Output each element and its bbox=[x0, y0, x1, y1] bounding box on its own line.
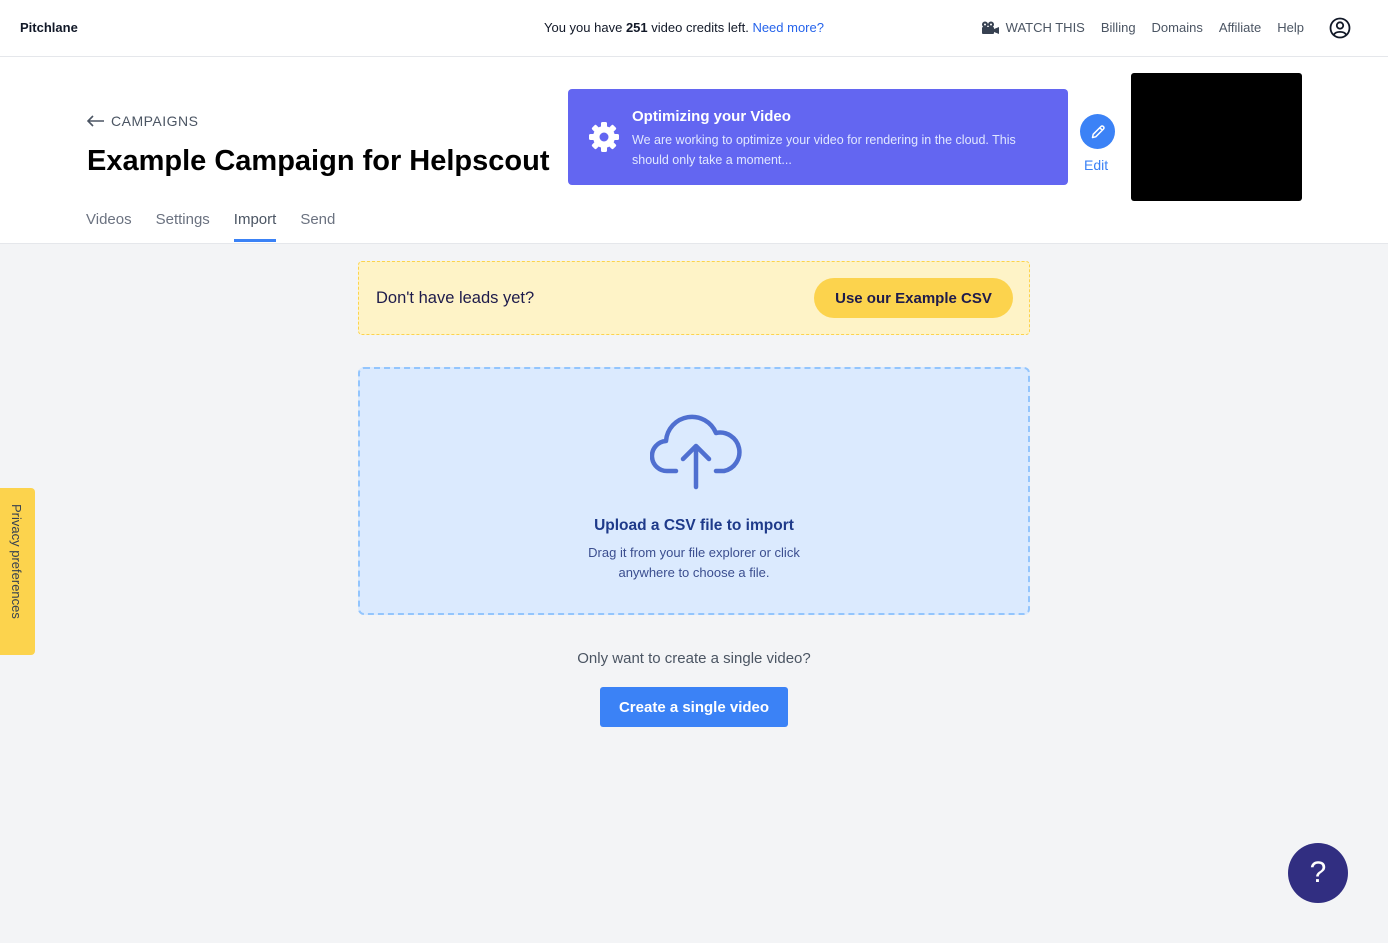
campaign-header: CAMPAIGNS Example Campaign for Helpscout… bbox=[0, 57, 1388, 244]
billing-link[interactable]: Billing bbox=[1101, 20, 1136, 35]
create-single-video-button[interactable]: Create a single video bbox=[600, 687, 788, 727]
optimizing-banner: Optimizing your Video We are working to … bbox=[568, 89, 1068, 185]
gear-icon bbox=[589, 122, 619, 152]
tab-import[interactable]: Import bbox=[233, 211, 277, 242]
upload-title: Upload a CSV file to import bbox=[594, 517, 794, 534]
no-leads-banner: Don't have leads yet? Use our Example CS… bbox=[358, 261, 1030, 335]
top-nav-links: WATCH THIS Billing Domains Affiliate Hel… bbox=[981, 20, 1304, 35]
help-chat-button[interactable]: ? bbox=[1288, 843, 1348, 903]
edit-video-button[interactable] bbox=[1080, 114, 1115, 149]
tab-send[interactable]: Send bbox=[300, 211, 335, 242]
optimizing-title: Optimizing your Video bbox=[632, 108, 791, 125]
arrow-left-icon bbox=[87, 115, 104, 127]
use-example-csv-button[interactable]: Use our Example CSV bbox=[814, 278, 1013, 318]
credits-prefix: You you have bbox=[544, 20, 623, 35]
tab-videos[interactable]: Videos bbox=[86, 211, 132, 242]
need-more-link[interactable]: Need more? bbox=[752, 20, 824, 35]
video-camera-icon bbox=[981, 21, 999, 34]
credits-suffix: video credits left. bbox=[651, 20, 749, 35]
edit-label[interactable]: Edit bbox=[1084, 157, 1108, 173]
upload-subtitle: Drag it from your file explorer or click… bbox=[588, 545, 800, 580]
page-title: Example Campaign for Helpscout bbox=[87, 145, 550, 177]
watch-this-label: WATCH THIS bbox=[1005, 20, 1085, 35]
top-navbar: Pitchlane You you have 251 video credits… bbox=[0, 0, 1388, 57]
credits-notice: You you have 251 video credits left. Nee… bbox=[544, 20, 824, 35]
credits-count: 251 bbox=[625, 20, 648, 35]
campaign-tabs: Videos Settings Import Send bbox=[86, 211, 335, 242]
back-label: CAMPAIGNS bbox=[111, 113, 199, 129]
cloud-upload-icon bbox=[650, 414, 742, 490]
video-thumbnail[interactable] bbox=[1131, 73, 1302, 201]
tab-settings[interactable]: Settings bbox=[156, 211, 210, 242]
no-leads-text: Don't have leads yet? bbox=[376, 289, 535, 307]
user-account-icon[interactable] bbox=[1329, 17, 1351, 39]
single-video-question: Only want to create a single video? bbox=[577, 650, 811, 667]
affiliate-link[interactable]: Affiliate bbox=[1219, 20, 1261, 35]
privacy-preferences-tab[interactable]: Privacy preferences bbox=[0, 488, 35, 655]
privacy-preferences-label: Privacy preferences bbox=[9, 504, 24, 619]
help-link[interactable]: Help bbox=[1277, 20, 1304, 35]
pencil-icon bbox=[1091, 124, 1105, 138]
watch-this-link[interactable]: WATCH THIS bbox=[981, 20, 1085, 35]
csv-upload-dropzone[interactable]: Upload a CSV file to import Drag it from… bbox=[358, 367, 1030, 615]
domains-link[interactable]: Domains bbox=[1152, 20, 1203, 35]
optimizing-description: We are working to optimize your video fo… bbox=[632, 133, 1016, 167]
back-to-campaigns[interactable]: CAMPAIGNS bbox=[87, 113, 198, 129]
brand-logo[interactable]: Pitchlane bbox=[20, 20, 78, 35]
